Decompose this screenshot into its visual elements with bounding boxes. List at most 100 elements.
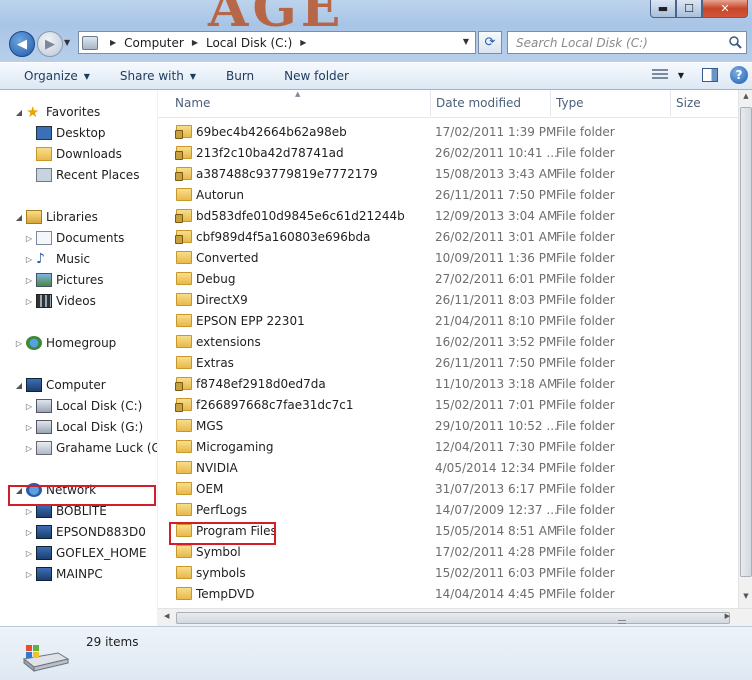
table-row[interactable]: EPSON EPP 22301 21/04/2011 8:10 PM File fo… bbox=[158, 311, 738, 332]
table-row[interactable]: symbols 15/02/2011 6:03 PM File folder bbox=[158, 563, 738, 584]
column-name[interactable]: Name bbox=[175, 96, 210, 110]
file-date: 4/05/2014 12:34 PM bbox=[435, 461, 557, 475]
table-row[interactable]: Symbol 17/02/2011 4:28 PM File folder bbox=[158, 542, 738, 563]
close-button[interactable]: ✕ bbox=[702, 0, 748, 18]
recent-pages-dropdown[interactable]: ▼ bbox=[64, 38, 70, 47]
nav-computer[interactable]: ◢ Computer bbox=[14, 376, 106, 394]
table-row[interactable]: Debug 27/02/2011 6:01 PM File folder bbox=[158, 269, 738, 290]
expand-right-icon[interactable]: ▷ bbox=[24, 444, 34, 453]
address-dropdown-icon[interactable]: ▼ bbox=[463, 37, 469, 46]
expand-right-icon[interactable]: ▷ bbox=[24, 549, 34, 558]
expand-right-icon[interactable]: ▷ bbox=[24, 297, 34, 306]
expand-right-icon[interactable]: ▷ bbox=[24, 507, 34, 516]
table-row[interactable]: PerfLogs 14/07/2009 12:37 ... File folder bbox=[158, 500, 738, 521]
preview-pane-icon[interactable] bbox=[702, 68, 718, 82]
table-row[interactable]: 213f2c10ba42d78741ad 26/02/2011 10:41 ...… bbox=[158, 143, 738, 164]
nav-downloads[interactable]: Downloads bbox=[24, 145, 122, 163]
burn-button[interactable]: Burn bbox=[196, 69, 254, 83]
address-bar[interactable]: ▶ Computer ▶ Local Disk (C:) ▶ ▼ bbox=[78, 31, 476, 54]
share-with-button[interactable]: Share with ▼ bbox=[90, 69, 196, 83]
nav-grahame-luck[interactable]: ▷ Grahame Luck (Ga bbox=[24, 439, 157, 457]
table-row[interactable]: 69bec4b42664b62a98eb 17/02/2011 1:39 PM Fi… bbox=[158, 122, 738, 143]
horizontal-scrollbar[interactable]: ◀ ▶ bbox=[158, 608, 752, 626]
scroll-thumb[interactable] bbox=[176, 612, 730, 624]
nav-music[interactable]: ▷ ♪ Music bbox=[24, 250, 90, 268]
breadcrumb-computer[interactable]: Computer bbox=[124, 36, 184, 50]
refresh-button[interactable]: ⟳ bbox=[478, 31, 502, 54]
back-button[interactable]: ◀ bbox=[9, 31, 35, 57]
nav-epsond[interactable]: ▷ EPSOND883D0 bbox=[24, 523, 146, 541]
nav-videos[interactable]: ▷ Videos bbox=[24, 292, 96, 310]
table-row[interactable]: a387488c93779819e7772179 15/08/2013 3:43 … bbox=[158, 164, 738, 185]
search-icon[interactable] bbox=[729, 36, 742, 49]
scroll-right-icon[interactable]: ▶ bbox=[725, 612, 730, 620]
column-date-modified[interactable]: Date modified bbox=[436, 96, 521, 110]
table-row[interactable]: cbf989d4f5a160803e696bda 26/02/2011 3:01 … bbox=[158, 227, 738, 248]
file-type: File folder bbox=[556, 146, 615, 160]
nav-libraries[interactable]: ◢ Libraries bbox=[14, 208, 98, 226]
nav-local-disk-g[interactable]: ▷ Local Disk (G:) bbox=[24, 418, 143, 436]
breadcrumb-local-disk[interactable]: Local Disk (C:) bbox=[206, 36, 292, 50]
expand-right-icon[interactable]: ▷ bbox=[24, 423, 34, 432]
expand-right-icon[interactable]: ▷ bbox=[24, 402, 34, 411]
network-computer-icon bbox=[36, 525, 52, 539]
file-name: symbols bbox=[196, 566, 246, 580]
scroll-thumb[interactable] bbox=[740, 107, 752, 577]
table-row[interactable]: f8748ef2918d0ed7da 11/10/2013 3:18 AM File… bbox=[158, 374, 738, 395]
table-row[interactable]: Autorun 26/11/2011 7:50 PM File folder bbox=[158, 185, 738, 206]
chevron-right-icon[interactable]: ▶ bbox=[300, 38, 306, 47]
minimize-button[interactable]: ▬ bbox=[650, 0, 676, 18]
column-size[interactable]: Size bbox=[676, 96, 701, 110]
file-type: File folder bbox=[556, 125, 615, 139]
table-row[interactable]: extensions 16/02/2011 3:52 PM File folder bbox=[158, 332, 738, 353]
nav-documents[interactable]: ▷ Documents bbox=[24, 229, 124, 247]
table-row[interactable]: Converted 10/09/2011 1:36 PM File folder bbox=[158, 248, 738, 269]
forward-button[interactable]: ▶ bbox=[37, 31, 63, 57]
table-row[interactable]: MGS 29/10/2011 10:52 ... File folder bbox=[158, 416, 738, 437]
scroll-up-icon[interactable]: ▲ bbox=[740, 92, 752, 106]
expand-right-icon[interactable]: ▷ bbox=[24, 255, 34, 264]
scroll-left-icon[interactable]: ◀ bbox=[164, 612, 169, 620]
maximize-button[interactable]: ☐ bbox=[676, 0, 702, 18]
nav-desktop[interactable]: Desktop bbox=[24, 124, 106, 142]
expand-right-icon[interactable]: ▷ bbox=[24, 570, 34, 579]
nav-pictures[interactable]: ▷ Pictures bbox=[24, 271, 104, 289]
organize-button[interactable]: Organize ▼ bbox=[0, 69, 90, 83]
expand-right-icon[interactable]: ▷ bbox=[14, 339, 24, 348]
chevron-right-icon[interactable]: ▶ bbox=[192, 38, 198, 47]
nav-mainpc[interactable]: ▷ MAINPC bbox=[24, 565, 103, 583]
expand-down-icon[interactable]: ◢ bbox=[14, 381, 24, 390]
folder-icon bbox=[176, 335, 192, 348]
table-row[interactable]: Extras 26/11/2011 7:50 PM File folder bbox=[158, 353, 738, 374]
nav-local-disk-c[interactable]: ▷ Local Disk (C:) bbox=[24, 397, 142, 415]
nav-homegroup[interactable]: ▷ Homegroup bbox=[14, 334, 116, 352]
help-icon[interactable]: ? bbox=[730, 66, 748, 84]
nav-recent-places[interactable]: Recent Places bbox=[24, 166, 139, 184]
expand-down-icon[interactable]: ◢ bbox=[14, 108, 24, 117]
column-divider[interactable] bbox=[670, 90, 671, 116]
expand-right-icon[interactable]: ▷ bbox=[24, 276, 34, 285]
expand-right-icon[interactable]: ▷ bbox=[24, 234, 34, 243]
table-row[interactable]: DirectX9 26/11/2011 8:03 PM File folder bbox=[158, 290, 738, 311]
table-row[interactable]: bd583dfe010d9845e6c61d21244b 12/09/2013 3… bbox=[158, 206, 738, 227]
search-input[interactable]: Search Local Disk (C:) bbox=[507, 31, 747, 54]
table-row[interactable]: Microgaming 12/04/2011 7:30 PM File folder bbox=[158, 437, 738, 458]
column-type[interactable]: Type bbox=[556, 96, 584, 110]
expand-right-icon[interactable]: ▷ bbox=[24, 528, 34, 537]
file-date: 27/02/2011 6:01 PM bbox=[435, 272, 557, 286]
expand-down-icon[interactable]: ◢ bbox=[14, 213, 24, 222]
table-row[interactable]: OEM 31/07/2013 6:17 PM File folder bbox=[158, 479, 738, 500]
table-row[interactable]: NVIDIA 4/05/2014 12:34 PM File folder bbox=[158, 458, 738, 479]
nav-favorites[interactable]: ◢ ★ Favorites bbox=[14, 103, 100, 121]
chevron-right-icon[interactable]: ▶ bbox=[110, 38, 116, 47]
table-row[interactable]: TempDVD 14/04/2014 4:45 PM File folder bbox=[158, 584, 738, 605]
views-icon[interactable] bbox=[651, 69, 668, 81]
chevron-down-icon[interactable]: ▼ bbox=[678, 71, 684, 80]
column-divider[interactable] bbox=[550, 90, 551, 116]
scroll-down-icon[interactable]: ▼ bbox=[740, 592, 752, 606]
nav-goflex[interactable]: ▷ GOFLEX_HOME bbox=[24, 544, 147, 562]
column-divider[interactable] bbox=[430, 90, 431, 116]
table-row[interactable]: f266897668c7fae31dc7c1 15/02/2011 7:01 PM… bbox=[158, 395, 738, 416]
vertical-scrollbar[interactable]: ▲ ▼ bbox=[738, 90, 752, 608]
new-folder-button[interactable]: New folder bbox=[254, 69, 349, 83]
